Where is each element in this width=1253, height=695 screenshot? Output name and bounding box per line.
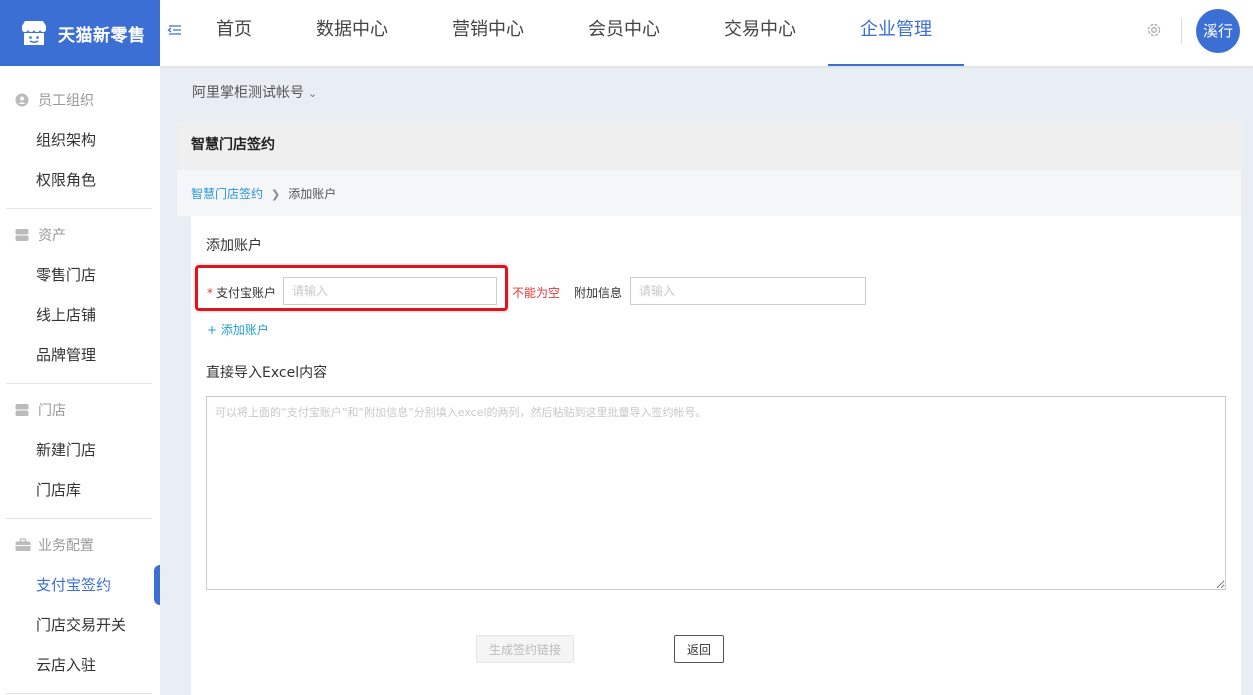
sidebar-item-store-library[interactable]: 门店库 [0, 470, 160, 510]
back-button[interactable]: 返回 [674, 635, 724, 663]
database-icon [15, 228, 29, 242]
sidebar-item-brand-management[interactable]: 品牌管理 [0, 335, 160, 375]
sidebar-group-assets: 资产 零售门店 线上店铺 品牌管理 [0, 215, 160, 375]
nav-marketing-center[interactable]: 营销中心 [420, 0, 556, 66]
extra-info-label: 附加信息 [574, 286, 623, 300]
sidebar-group-business-config: 业务配置 支付宝签约 门店交易开关 云店入驻 [0, 525, 160, 685]
sidebar-item-alipay-signing[interactable]: 支付宝签约 [0, 565, 160, 605]
required-mark: * [207, 286, 213, 300]
divider [6, 693, 152, 694]
sidebar-group-title: 资产 [0, 215, 160, 255]
sidebar-item-retail-stores[interactable]: 零售门店 [0, 255, 160, 295]
breadcrumb: 智慧门店签约 ❯ 添加账户 [177, 170, 1241, 216]
sidebar-group-title: 门店 [0, 390, 160, 430]
divider [1181, 18, 1182, 44]
nav-data-center[interactable]: 数据中心 [284, 0, 420, 66]
sidebar-item-permission-roles[interactable]: 权限角色 [0, 160, 160, 200]
top-bar: 天猫新零售 首页 数据中心 营销中心 会员中心 交易中心 企业管理 溪行 [0, 0, 1253, 66]
avatar[interactable]: 溪行 [1196, 9, 1240, 53]
divider [6, 383, 152, 384]
sidebar-group-stores: 门店 新建门店 门店库 [0, 390, 160, 510]
gear-icon[interactable] [1145, 21, 1163, 39]
team-icon [15, 93, 29, 107]
section-title: 添加账户 [206, 238, 262, 254]
sidebar-group-title: 员工组织 [0, 80, 160, 120]
sidebar-group-staff: 员工组织 组织架构 权限角色 [0, 80, 160, 200]
alipay-account-input[interactable] [283, 277, 497, 305]
nav-member-center[interactable]: 会员中心 [556, 0, 692, 66]
import-section-title: 直接导入Excel内容 [206, 365, 328, 381]
divider [6, 208, 152, 209]
logo[interactable]: 天猫新零售 [0, 0, 160, 66]
nav-home[interactable]: 首页 [184, 0, 284, 66]
main-nav: 首页 数据中心 营销中心 会员中心 交易中心 企业管理 [184, 0, 964, 66]
excel-import-textarea[interactable] [206, 396, 1226, 590]
sidebar-item-org-structure[interactable]: 组织架构 [0, 120, 160, 160]
sidebar-item-store-trade-switch[interactable]: 门店交易开关 [0, 605, 160, 645]
generate-link-button[interactable]: 生成签约链接 [476, 635, 574, 663]
sidebar-item-cloud-store-onboarding[interactable]: 云店入驻 [0, 645, 160, 685]
sidebar-group-title: 业务配置 [0, 525, 160, 565]
breadcrumb-current: 添加账户 [288, 187, 337, 201]
menu-collapse-icon[interactable] [166, 21, 184, 39]
error-message: 不能为空 [512, 286, 561, 300]
briefcase-icon [15, 538, 31, 552]
alipay-account-label: * 支付宝账户 [207, 286, 277, 300]
sidebar: 员工组织 组织架构 权限角色 资产 零售门店 线上店铺 品牌管理 门店 新建门店… [0, 66, 160, 695]
account-name: 阿里掌柜测试帐号 [192, 85, 304, 101]
add-account-link[interactable]: + 添加账户 [207, 321, 269, 338]
chevron-right-icon: ❯ [271, 188, 281, 201]
page-title: 智慧门店签约 [177, 122, 1241, 170]
chevron-down-icon: ⌄ [308, 87, 318, 100]
logo-text: 天猫新零售 [58, 25, 146, 46]
database-icon [15, 403, 29, 417]
account-switcher[interactable]: 阿里掌柜测试帐号 ⌄ [192, 82, 317, 102]
sidebar-item-online-shops[interactable]: 线上店铺 [0, 295, 160, 335]
breadcrumb-link[interactable]: 智慧门店签约 [191, 187, 263, 201]
extra-info-input[interactable] [630, 277, 866, 305]
divider [6, 518, 152, 519]
nav-trade-center[interactable]: 交易中心 [692, 0, 828, 66]
nav-enterprise-management[interactable]: 企业管理 [828, 0, 964, 66]
store-icon [20, 20, 48, 46]
sidebar-item-new-store[interactable]: 新建门店 [0, 430, 160, 470]
